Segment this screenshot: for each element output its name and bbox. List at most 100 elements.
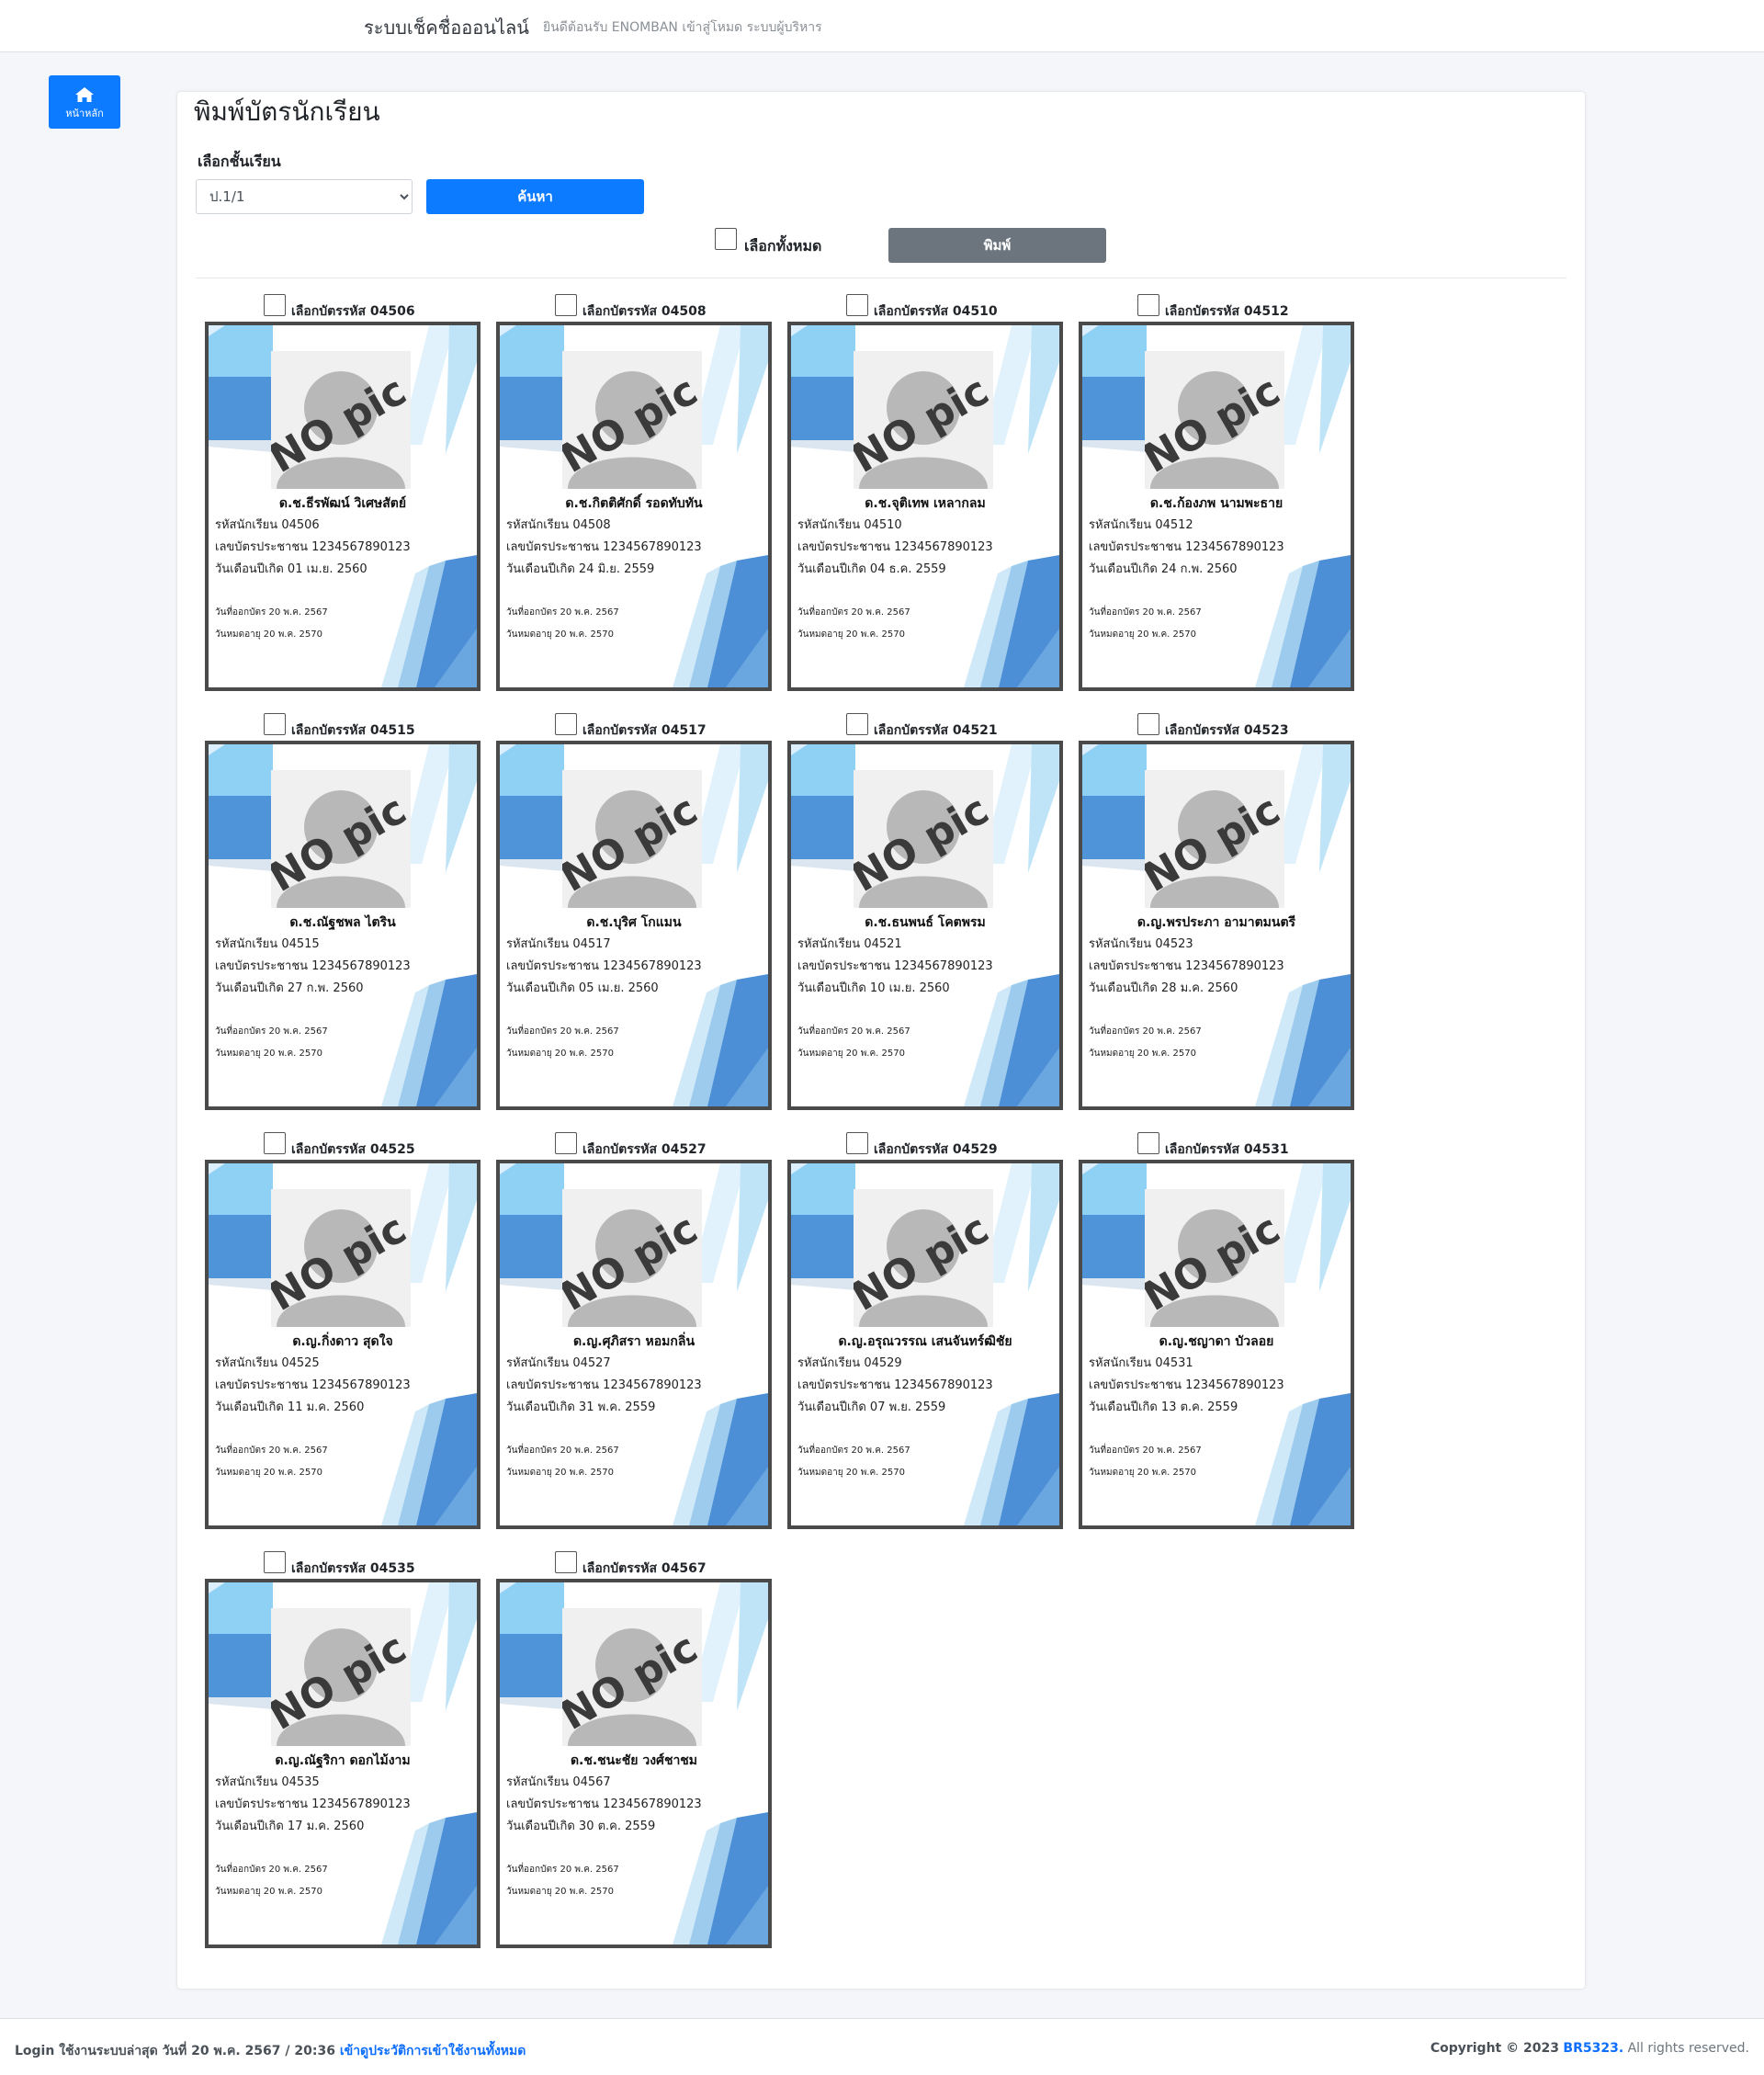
select-all-checkbox[interactable] — [715, 228, 737, 250]
issue-date-value: 20 พ.ค. 2567 — [268, 1446, 328, 1456]
expiry-date-line: วันหมดอายุ 20 พ.ค. 2570 — [506, 628, 614, 641]
student-name: ด.ช.ธนพนธ์ โคตพรม — [865, 915, 986, 930]
expiry-date-value: 20 พ.ค. 2570 — [554, 629, 614, 640]
student-card-item: เลือกบัตรรหัส 04517 NO pic ด.ช.บุริศ โกแมน… — [496, 713, 772, 1110]
student-id-value: 04529 — [864, 1356, 902, 1370]
student-name: ด.ญ.ศุภิสรา หอมกลิ่น — [572, 1334, 695, 1349]
card-select-checkbox[interactable] — [555, 1132, 577, 1154]
expiry-date-line: วันหมดอายุ 20 พ.ค. 2570 — [215, 1047, 322, 1060]
card-select-label[interactable]: เลือกบัตรรหัส 04535 — [291, 1559, 415, 1579]
copyright-brand-link[interactable]: BR5323. — [1563, 2041, 1623, 2056]
birth-date-value: 24 ก.พ. 2560 — [1160, 562, 1238, 576]
card-select-label[interactable]: เลือกบัตรรหัส 04508 — [582, 301, 707, 322]
national-id-value: 1234567890123 — [1185, 1378, 1284, 1392]
card-select-checkbox[interactable] — [555, 713, 577, 735]
expiry-date-value: 20 พ.ค. 2570 — [1136, 629, 1196, 640]
national-id-label: เลขบัตรประชาชน — [215, 540, 309, 554]
student-id-line: รหัสนักเรียน 04515 — [215, 934, 320, 953]
issue-date-value: 20 พ.ค. 2567 — [1142, 1446, 1202, 1456]
class-select[interactable]: ป.1/1 — [196, 179, 413, 214]
card-select-label[interactable]: เลือกบัตรรหัส 04517 — [582, 720, 707, 741]
issue-date-value: 20 พ.ค. 2567 — [268, 1865, 328, 1875]
card-select-label[interactable]: เลือกบัตรรหัส 04523 — [1165, 720, 1289, 741]
issue-date-label: วันที่ออกบัตร — [215, 1026, 266, 1037]
student-card-item: เลือกบัตรรหัส 04525 NO pic ด.ญ.กิ่งดาว สุด… — [205, 1132, 481, 1529]
student-card: NO pic ด.ญ.ชญาดา บัวลอย รหัสนักเรียน 04531… — [1079, 1160, 1354, 1529]
card-select-checkbox[interactable] — [846, 1132, 868, 1154]
home-button[interactable]: หน้าหลัก — [49, 75, 120, 129]
class-select-label: เลือกชั้นเรียน — [198, 153, 281, 170]
birth-date-line: วันเดือนปีเกิด 24 มิ.ย. 2559 — [506, 559, 654, 578]
student-id-value: 04527 — [572, 1356, 611, 1370]
card-select-label[interactable]: เลือกบัตรรหัส 04515 — [291, 720, 415, 741]
card-select-code: 04521 — [952, 723, 998, 738]
card-select-prefix: เลือกบัตรรหัส — [291, 1561, 367, 1576]
card-select-checkbox[interactable] — [264, 1132, 286, 1154]
no-photo-placeholder: NO pic — [1145, 1189, 1284, 1327]
login-history-link[interactable]: เข้าดูประวัติการเข้าใช้งานทั้งหมด — [340, 2044, 526, 2058]
no-photo-placeholder: NO pic — [854, 351, 993, 489]
issue-date-line: วันที่ออกบัตร 20 พ.ค. 2567 — [215, 606, 328, 619]
app-brand[interactable]: ระบบเช็คชื่อออนไลน์ — [364, 13, 529, 42]
card-select-label[interactable]: เลือกบัตรรหัส 04510 — [874, 301, 998, 322]
card-select-label[interactable]: เลือกบัตรรหัส 04531 — [1165, 1140, 1289, 1160]
student-id-line: รหัสนักเรียน 04521 — [797, 934, 902, 953]
student-id-value: 04512 — [1155, 518, 1193, 532]
student-id-value: 04535 — [281, 1775, 320, 1789]
card-select-label[interactable]: เลือกบัตรรหัส 04525 — [291, 1140, 415, 1160]
card-select-checkbox[interactable] — [264, 294, 286, 316]
no-photo-placeholder: NO pic — [562, 770, 702, 908]
student-name: ด.ช.ณัฐชพล ไตริน — [289, 915, 396, 930]
footer: Login ใช้งานระบบล่าสุด วันที่ 20 พ.ค. 25… — [0, 2018, 1764, 2075]
national-id-label: เลขบัตรประชาชน — [506, 959, 600, 973]
print-button[interactable]: พิมพ์ — [888, 228, 1106, 263]
search-button[interactable]: ค้นหา — [426, 179, 644, 214]
select-all-label[interactable]: เลือกทั้งหมด — [744, 235, 821, 258]
card-select-prefix: เลือกบัตรรหัส — [1165, 1142, 1240, 1157]
student-id-value: 04525 — [281, 1356, 320, 1370]
card-select-checkbox[interactable] — [846, 294, 868, 316]
issue-date-line: วันที่ออกบัตร 20 พ.ค. 2567 — [797, 606, 910, 619]
card-select-label[interactable]: เลือกบัตรรหัส 04512 — [1165, 301, 1289, 322]
expiry-date-value: 20 พ.ค. 2570 — [554, 1887, 614, 1897]
card-select-checkbox[interactable] — [264, 1551, 286, 1573]
card-select-prefix: เลือกบัตรรหัส — [1165, 304, 1240, 319]
issue-date-label: วันที่ออกบัตร — [506, 1446, 558, 1456]
birth-date-line: วันเดือนปีเกิด 07 พ.ย. 2559 — [797, 1397, 945, 1416]
card-select-prefix: เลือกบัตรรหัส — [874, 304, 949, 319]
expiry-date-line: วันหมดอายุ 20 พ.ค. 2570 — [506, 1466, 614, 1480]
card-select-checkbox[interactable] — [264, 713, 286, 735]
card-select-code: 04512 — [1243, 304, 1289, 319]
card-select-checkbox[interactable] — [1137, 713, 1159, 735]
issue-date-line: วันที่ออกบัตร 20 พ.ค. 2567 — [506, 606, 619, 619]
last-login-info: Login ใช้งานระบบล่าสุด วันที่ 20 พ.ค. 25… — [15, 2041, 526, 2061]
card-select-label[interactable]: เลือกบัตรรหัส 04506 — [291, 301, 415, 322]
card-select-checkbox[interactable] — [555, 1551, 577, 1573]
national-id-line: เลขบัตรประชาชน 1234567890123 — [506, 1375, 702, 1394]
student-id-label: รหัสนักเรียน — [215, 937, 278, 951]
birth-date-line: วันเดือนปีเกิด 17 ม.ค. 2560 — [215, 1816, 364, 1835]
card-select-label[interactable]: เลือกบัตรรหัส 04567 — [582, 1559, 707, 1579]
card-select-checkbox[interactable] — [555, 294, 577, 316]
card-select-checkbox[interactable] — [846, 713, 868, 735]
student-id-label: รหัสนักเรียน — [797, 518, 861, 532]
no-photo-placeholder: NO pic — [1145, 351, 1284, 489]
card-select-label[interactable]: เลือกบัตรรหัส 04527 — [582, 1140, 707, 1160]
expiry-date-label: วันหมดอายุ — [215, 1887, 261, 1897]
issue-date-value: 20 พ.ค. 2567 — [851, 1446, 910, 1456]
student-id-line: รหัสนักเรียน 04508 — [506, 515, 611, 534]
national-id-line: เลขบัตรประชาชน 1234567890123 — [506, 537, 702, 556]
birth-date-line: วันเดือนปีเกิด 24 ก.พ. 2560 — [1089, 559, 1238, 578]
student-id-line: รหัสนักเรียน 04529 — [797, 1353, 902, 1372]
card-select-label[interactable]: เลือกบัตรรหัส 04521 — [874, 720, 998, 741]
card-select-checkbox[interactable] — [1137, 294, 1159, 316]
national-id-value: 1234567890123 — [311, 959, 411, 973]
expiry-date-value: 20 พ.ค. 2570 — [845, 1468, 905, 1478]
student-name: ด.ช.ธีรพัฒน์ วิเศษสัตย์ — [278, 496, 407, 511]
card-select-checkbox[interactable] — [1137, 1132, 1159, 1154]
student-card: NO pic ด.ญ.กิ่งดาว สุดใจ รหัสนักเรียน 0452… — [205, 1160, 481, 1529]
student-id-value: 04517 — [572, 937, 611, 951]
student-card-item: เลือกบัตรรหัส 04529 NO pic ด.ญ.อรุณวรรณ เส… — [787, 1132, 1063, 1529]
card-select-label[interactable]: เลือกบัตรรหัส 04529 — [874, 1140, 998, 1160]
card-select-code: 04531 — [1243, 1142, 1289, 1157]
